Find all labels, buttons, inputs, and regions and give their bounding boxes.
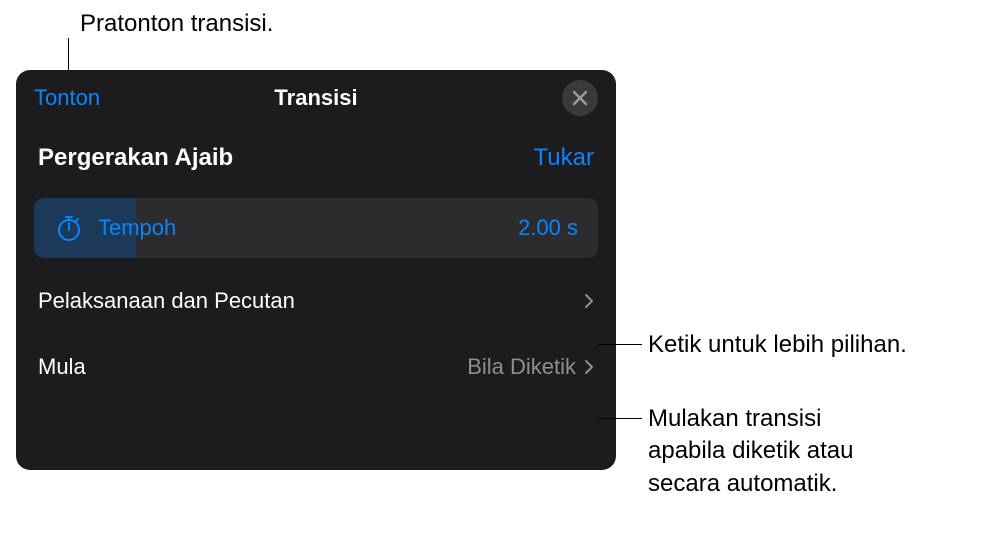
- callout-start-info-line2: apabila diketik atau: [648, 435, 853, 467]
- stopwatch-icon: [54, 213, 84, 243]
- panel-title: Transisi: [274, 85, 357, 111]
- chevron-right-icon: [584, 293, 594, 309]
- callout-line: [598, 344, 642, 345]
- callout-start-info: Mulakan transisi apabila diketik atau se…: [648, 403, 853, 500]
- callout-start-info-line3: secara automatik.: [648, 468, 853, 500]
- watch-button[interactable]: Tonton: [34, 85, 100, 111]
- close-button[interactable]: [562, 80, 598, 116]
- change-button[interactable]: Tukar: [534, 144, 594, 172]
- callout-preview-text: Pratonton transisi.: [80, 8, 273, 40]
- panel-header: Tonton Transisi: [16, 70, 616, 126]
- start-value: Bila Diketik: [467, 354, 576, 380]
- delivery-label: Pelaksanaan dan Pecutan: [38, 288, 295, 314]
- duration-slider[interactable]: Tempoh 2.00 s: [34, 198, 598, 258]
- callout-start-info-line1: Mulakan transisi: [648, 403, 853, 435]
- duration-label: Tempoh: [98, 215, 176, 241]
- start-row[interactable]: Mula Bila Diketik: [16, 334, 616, 400]
- close-icon: [572, 90, 588, 106]
- callout-line: [598, 418, 642, 419]
- delivery-row[interactable]: Pelaksanaan dan Pecutan: [16, 268, 616, 334]
- transition-name-row: Pergerakan Ajaib Tukar: [16, 126, 616, 190]
- start-label: Mula: [38, 354, 86, 380]
- callout-more-options-text: Ketik untuk lebih pilihan.: [648, 329, 907, 361]
- transition-name: Pergerakan Ajaib: [38, 144, 233, 172]
- duration-value: 2.00 s: [518, 215, 578, 241]
- transition-panel: Tonton Transisi Pergerakan Ajaib Tukar: [16, 70, 616, 470]
- chevron-right-icon: [584, 359, 594, 375]
